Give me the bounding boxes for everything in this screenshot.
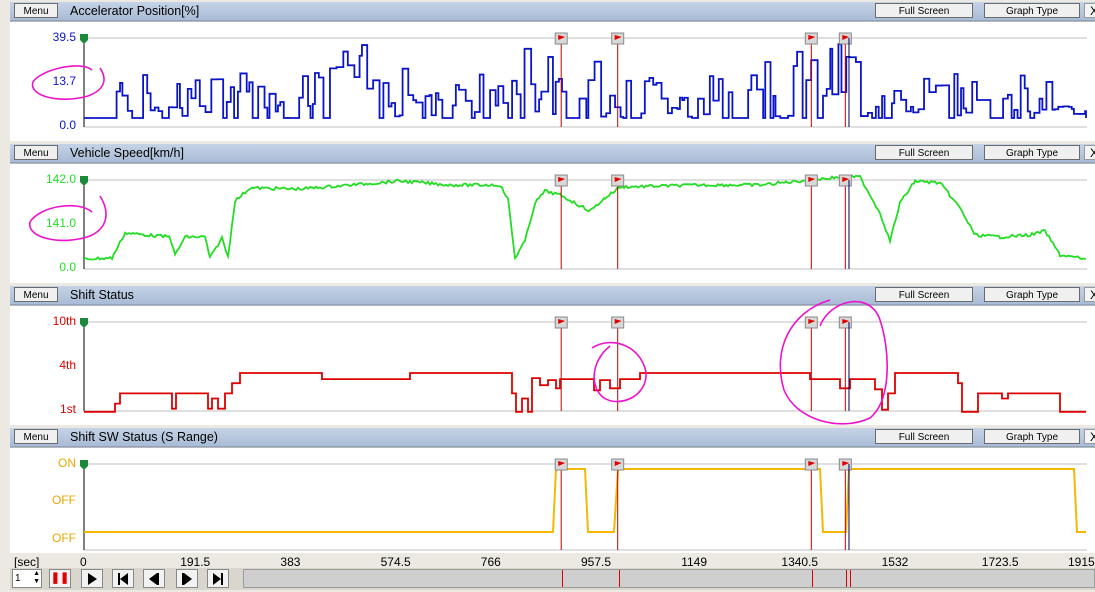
panel-title: Shift Status [70, 288, 134, 302]
x-tick-label: 0 [80, 555, 87, 569]
panel-title-bar: Menu Vehicle Speed[km/h] Full Screen Gra… [10, 144, 1095, 163]
play-icon [88, 573, 97, 585]
skip-end-icon [213, 573, 223, 585]
x-tick-label: 1532 [881, 555, 909, 569]
step-back-icon [149, 573, 159, 585]
full-screen-button[interactable]: Full Screen [875, 429, 973, 444]
y-tick-label: 0.0 [59, 260, 76, 274]
spin-arrows-icon[interactable]: ▲ ▼ [33, 570, 40, 586]
x-tick-label: 1915 [1068, 555, 1095, 569]
y-tick-label: OFF [52, 493, 76, 507]
graph-type-button[interactable]: Graph Type [984, 287, 1080, 302]
step-forward-icon [182, 573, 192, 585]
y-tick-label: 13.7 [52, 74, 76, 88]
timeline-marker [618, 570, 620, 587]
play-button[interactable] [81, 569, 103, 588]
plot-area[interactable] [10, 163, 1095, 283]
plot-area[interactable] [10, 21, 1095, 141]
y-tick-label: 4th [59, 358, 76, 372]
graph-type-button[interactable]: Graph Type [984, 429, 1080, 444]
skip-end-button[interactable] [207, 569, 229, 588]
timeline-marker [846, 570, 848, 587]
panel-title-bar: Menu Accelerator Position[%] Full Screen… [10, 2, 1095, 21]
y-tick-label: 39.5 [52, 30, 76, 44]
y-tick-label: OFF [52, 531, 76, 545]
x-tick-label: 574.5 [380, 555, 411, 569]
x-axis-unit: [sec] [14, 555, 40, 569]
x-tick-label: 766 [480, 555, 501, 569]
step-back-button[interactable] [143, 569, 165, 588]
y-tick-label: 1st [59, 402, 76, 416]
x-tick-label: 383 [280, 555, 301, 569]
close-panel-button[interactable]: X [1084, 429, 1095, 444]
panel-title: Shift SW Status (S Range) [70, 430, 218, 444]
step-forward-button[interactable] [176, 569, 198, 588]
timeline-marker [849, 570, 851, 587]
full-screen-button[interactable]: Full Screen [875, 3, 973, 18]
y-tick-label: 142.0 [45, 172, 76, 186]
panel-menu-button[interactable]: Menu [14, 145, 58, 160]
skip-start-button[interactable] [112, 569, 134, 588]
y-tick-label: 0.0 [59, 118, 76, 132]
panel-menu-button[interactable]: Menu [14, 287, 58, 302]
x-tick-label: 1149 [681, 555, 707, 569]
pause-icon: ❚❚ [50, 572, 70, 584]
plot-area[interactable] [10, 447, 1095, 553]
panel-title: Accelerator Position[%] [70, 4, 200, 18]
y-tick-label: 141.0 [45, 216, 76, 230]
panel-menu-button[interactable]: Menu [14, 429, 58, 444]
graph-type-button[interactable]: Graph Type [984, 3, 1080, 18]
close-panel-button[interactable]: X [1084, 3, 1095, 18]
timeline-marker [812, 570, 814, 587]
panel-title-bar: Menu Shift Status Full Screen Graph Type… [10, 286, 1095, 305]
x-tick-label: 1723.5 [981, 555, 1019, 569]
close-panel-button[interactable]: X [1084, 145, 1095, 160]
step-size-stepper[interactable]: 1 ▲ ▼ [12, 569, 42, 588]
y-tick-label: ON [58, 456, 76, 470]
panel-title: Vehicle Speed[km/h] [70, 146, 184, 160]
x-axis-bar [10, 554, 1095, 568]
plot-area[interactable] [10, 305, 1095, 425]
full-screen-button[interactable]: Full Screen [875, 145, 973, 160]
skip-start-icon [118, 573, 128, 585]
graph-type-button[interactable]: Graph Type [984, 145, 1080, 160]
timeline-scrubber[interactable] [243, 569, 1095, 588]
full-screen-button[interactable]: Full Screen [875, 287, 973, 302]
panel-title-bar: Menu Shift SW Status (S Range) Full Scre… [10, 428, 1095, 447]
x-tick-label: 1340.5 [781, 555, 819, 569]
y-tick-label: 10th [52, 314, 76, 328]
x-tick-label: 191.5 [180, 555, 211, 569]
timeline-marker [562, 570, 564, 587]
x-tick-label: 957.5 [581, 555, 612, 569]
pause-button[interactable]: ❚❚ [49, 569, 71, 588]
close-panel-button[interactable]: X [1084, 287, 1095, 302]
step-size-value: 1 [15, 573, 21, 584]
panel-menu-button[interactable]: Menu [14, 3, 58, 18]
